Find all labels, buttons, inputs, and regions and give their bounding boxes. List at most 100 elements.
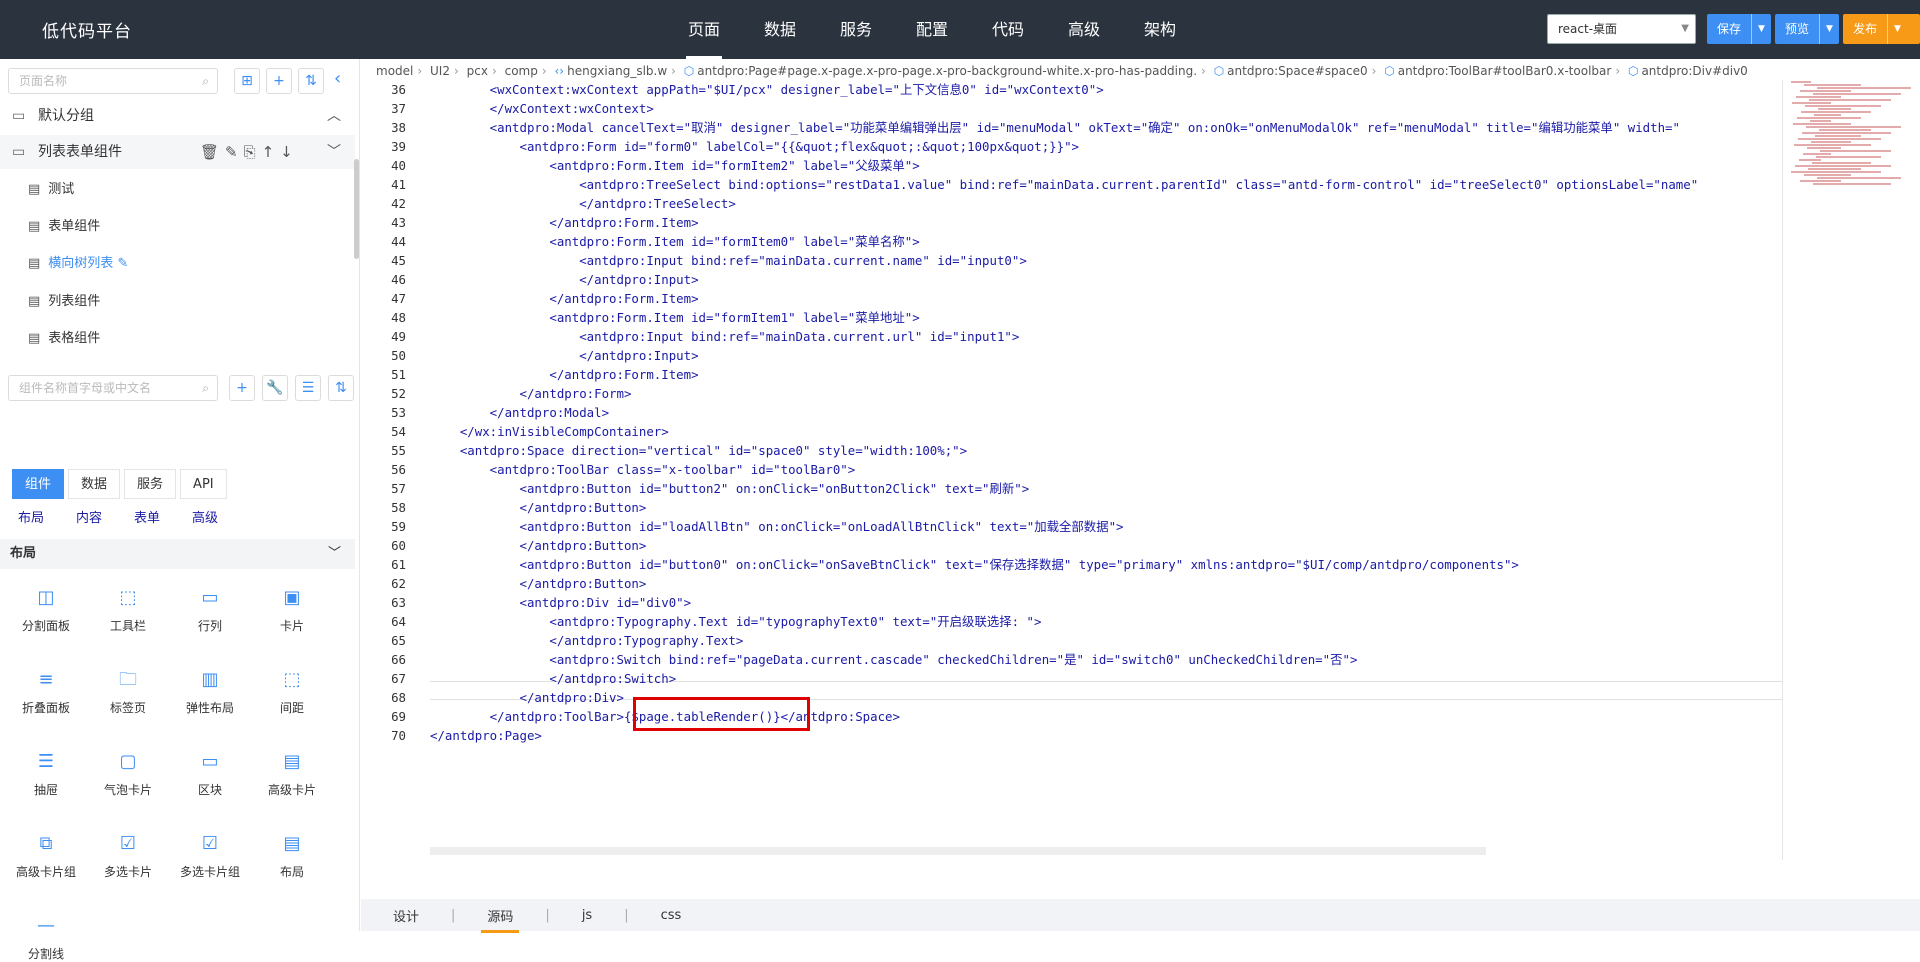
breadcrumb-item[interactable]: comp [505, 64, 538, 78]
code-line[interactable]: </wxContext:wxContext> [430, 99, 1780, 118]
code-line[interactable]: <antdpro:TreeSelect bind:options="restDa… [430, 175, 1780, 194]
component-search-input[interactable]: 组件名称首字母或中文名 ⌕ [8, 375, 218, 401]
collapse-sidebar-icon[interactable]: ‹ [334, 68, 341, 89]
code-line[interactable]: <antdpro:Switch bind:ref="pageData.curre… [430, 650, 1780, 669]
chevron-up-icon[interactable]: ︿ [327, 99, 341, 133]
sidebar-scrollbar[interactable] [354, 159, 359, 259]
wrench-icon[interactable]: 🔧 [262, 375, 288, 401]
component-card[interactable]: ▣ 卡片 [252, 587, 332, 634]
component-space[interactable]: ⬚ 间距 [252, 669, 332, 716]
code-line[interactable]: </wx:inVisibleCompContainer> [430, 422, 1780, 441]
tab-design[interactable]: 设计 [387, 906, 425, 925]
component-drawer[interactable]: ☰ 抽屉 [6, 751, 86, 798]
edit-icon[interactable]: ✎ [117, 256, 128, 271]
nav-data[interactable]: 数据 [742, 0, 818, 59]
code-line[interactable]: </antdpro:Typography.Text> [430, 631, 1780, 650]
code-line[interactable]: <antdpro:Input bind:ref="mainData.curren… [430, 251, 1780, 270]
code-line[interactable]: <antdpro:Button id="loadAllBtn" on:onCli… [430, 517, 1780, 536]
publish-dropdown-icon[interactable]: ▼ [1887, 14, 1907, 44]
code-line[interactable]: <antdpro:Button id="button0" on:onClick=… [430, 555, 1780, 574]
page-item[interactable]: ▤ 测试 [28, 180, 74, 200]
chevron-down-icon[interactable]: ﹀ [328, 539, 341, 569]
subtab-layout[interactable]: 布局 [18, 507, 44, 526]
code-line[interactable]: <antdpro:Div id="div0"> [430, 593, 1780, 612]
component-row-col[interactable]: ▭ 行列 [170, 587, 250, 634]
save-button[interactable]: 保存 ▼ [1707, 14, 1772, 44]
breadcrumb-item[interactable]: model [376, 64, 413, 78]
component-tabs[interactable]: 🗀 标签页 [88, 669, 168, 716]
breadcrumb-item[interactable]: pcx [467, 64, 488, 78]
nav-advanced[interactable]: 高级 [1046, 0, 1122, 59]
tab-service[interactable]: 服务 [124, 469, 177, 499]
tab-data[interactable]: 数据 [68, 469, 121, 499]
code-line[interactable]: <antdpro:Input bind:ref="mainData.curren… [430, 327, 1780, 346]
nav-architecture[interactable]: 架构 [1122, 0, 1198, 59]
tab-api[interactable]: API [180, 469, 227, 499]
code-content[interactable]: <wxContext:wxContext appPath="$UI/pcx" d… [430, 80, 1780, 745]
component-collapse[interactable]: ≡ 折叠面板 [6, 669, 86, 716]
nav-service[interactable]: 服务 [818, 0, 894, 59]
code-line[interactable]: <wxContext:wxContext appPath="$UI/pcx" d… [430, 80, 1780, 99]
tab-css[interactable]: css [655, 908, 688, 923]
code-line[interactable]: <antdpro:Button id="button2" on:onClick=… [430, 479, 1780, 498]
code-line[interactable]: </antdpro:TreeSelect> [430, 194, 1780, 213]
sort-button[interactable]: ⇅ [298, 68, 324, 94]
component-advanced-card-group[interactable]: ⧉ 高级卡片组 [6, 833, 86, 880]
code-line[interactable]: <antdpro:Form.Item id="formItem0" label=… [430, 232, 1780, 251]
code-line[interactable]: <antdpro:Form id="form0" labelCol="{{&qu… [430, 137, 1780, 156]
page-item[interactable]: ▤ 表格组件 [28, 329, 100, 349]
breadcrumb-item[interactable]: antdpro:Space#space0 [1227, 64, 1367, 78]
list-order-icon[interactable]: ☰ [295, 375, 321, 401]
add-page-button[interactable]: + [266, 68, 292, 94]
code-line[interactable]: <antdpro:Typography.Text id="typographyT… [430, 612, 1780, 631]
horizontal-scrollbar[interactable] [430, 847, 1486, 855]
section-layout-header[interactable]: 布局 ﹀ [0, 539, 355, 569]
add-folder-button[interactable]: ⊞ [234, 68, 260, 94]
group-default[interactable]: ▭ 默认分组 ︿ [0, 99, 355, 133]
publish-button[interactable]: 发布 ▼ [1843, 14, 1920, 44]
code-line[interactable]: </antdpro:Button> [430, 574, 1780, 593]
code-line[interactable]: </antdpro:Button> [430, 536, 1780, 555]
save-dropdown-icon[interactable]: ▼ [1751, 14, 1771, 44]
code-line[interactable]: </antdpro:Input> [430, 270, 1780, 289]
breadcrumb-item[interactable]: antdpro:Page#page.x-page.x-pro-page.x-pr… [697, 64, 1197, 78]
component-toolbar[interactable]: ⬚ 工具栏 [88, 587, 168, 634]
group-tools[interactable]: 🗑✎⎘↑↓ [200, 135, 299, 169]
env-select[interactable]: react-桌面 ▼ [1547, 14, 1696, 44]
subtab-advanced[interactable]: 高级 [192, 507, 218, 526]
code-line[interactable]: <antdpro:ToolBar class="x-toolbar" id="t… [430, 460, 1780, 479]
group-list-form[interactable]: ▭ 列表表单组件 🗑✎⎘↑↓ ﹀ [0, 135, 355, 169]
page-item[interactable]: ▤ 表单组件 [28, 217, 100, 237]
preview-button[interactable]: 预览 ▼ [1775, 14, 1840, 44]
component-checkcard-group[interactable]: ☑ 多选卡片组 [170, 833, 250, 880]
code-line[interactable]: </antdpro:Form> [430, 384, 1780, 403]
component-flex[interactable]: ▥ 弹性布局 [170, 669, 250, 716]
nav-page[interactable]: 页面 [666, 0, 742, 59]
component-popover-card[interactable]: ▢ 气泡卡片 [88, 751, 168, 798]
component-layout[interactable]: ▤ 布局 [252, 833, 332, 880]
breadcrumb-item[interactable]: UI2 [430, 64, 450, 78]
nav-code[interactable]: 代码 [970, 0, 1046, 59]
preview-dropdown-icon[interactable]: ▼ [1819, 14, 1839, 44]
code-minimap[interactable] [1782, 80, 1920, 860]
chevron-down-icon[interactable]: ﹀ [327, 135, 341, 169]
sort-button[interactable]: ⇅ [328, 375, 354, 401]
subtab-content[interactable]: 内容 [76, 507, 102, 526]
code-line[interactable]: </antdpro:Input> [430, 346, 1780, 365]
add-component-button[interactable]: + [229, 375, 255, 401]
code-editor[interactable]: 36 37 38 39 40 41 42 43 44 45 46 47 48 49 50 51 52 53 54 55… [362, 80, 1782, 860]
code-line[interactable]: </antdpro:Modal> [430, 403, 1780, 422]
code-line[interactable]: <antdpro:Form.Item id="formItem1" label=… [430, 308, 1780, 327]
page-item[interactable]: ▤ 列表组件 [28, 292, 100, 312]
page-search-input[interactable]: 页面名称 ⌕ [8, 68, 218, 94]
code-line[interactable]: </antdpro:Form.Item> [430, 365, 1780, 384]
code-line[interactable]: </antdpro:Button> [430, 498, 1780, 517]
code-line[interactable]: <antdpro:Space direction="vertical" id="… [430, 441, 1780, 460]
tab-source[interactable]: 源码 [481, 906, 520, 933]
component-divider[interactable]: — 分割线 [6, 915, 86, 962]
breadcrumb-item[interactable]: antdpro:ToolBar#toolBar0.x-toolbar [1398, 64, 1612, 78]
subtab-form[interactable]: 表单 [134, 507, 160, 526]
nav-config[interactable]: 配置 [894, 0, 970, 59]
code-line[interactable]: <antdpro:Form.Item id="formItem2" label=… [430, 156, 1780, 175]
component-split-panel[interactable]: ◫ 分割面板 [6, 587, 86, 634]
